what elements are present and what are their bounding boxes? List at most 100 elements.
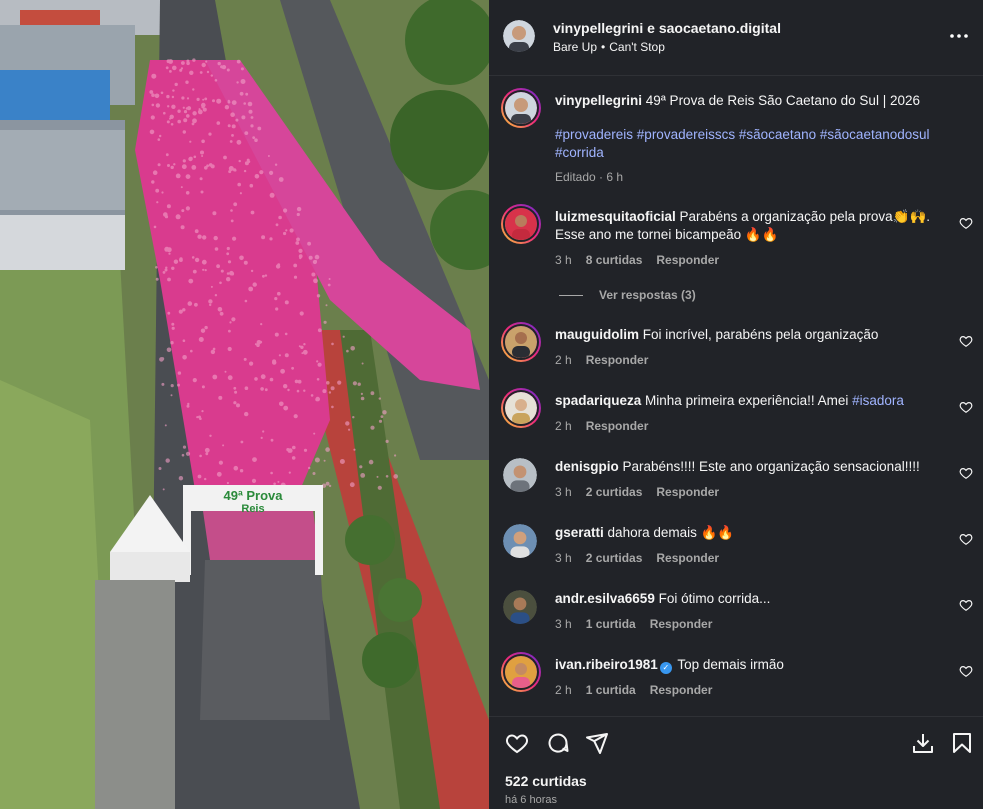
comment-username[interactable]: mauguidolim [555,327,639,342]
crowd-dot [214,294,218,297]
comment-likes[interactable]: 1 curtida [586,617,636,631]
like-heart-icon[interactable] [505,731,529,755]
likes-count[interactable]: 522 curtidas [505,773,587,789]
comment-text: Minha primeira experiência!! Amei [645,393,853,408]
crowd-dot [170,384,174,388]
comment-username[interactable]: gseratti [555,525,604,540]
heart-icon[interactable] [959,334,973,348]
crowd-dot [198,337,204,342]
reply-button[interactable]: Responder [656,253,719,267]
crowd-dot [243,102,246,105]
crowd-dot [314,259,317,263]
crowd-dot [325,447,330,452]
crowd-dot [323,459,326,462]
crowd-dot [175,214,181,220]
comment-avatar[interactable] [501,652,541,692]
reply-button[interactable]: Responder [656,551,719,565]
more-options-icon[interactable] [949,26,969,46]
crowd-dot [189,70,194,76]
crowd-dot [267,155,270,157]
heart-icon[interactable] [959,664,973,678]
crowd-dot [182,355,187,360]
reply-button[interactable]: Responder [650,617,713,631]
comment-text: Foi ótimo corrida... [658,591,771,606]
comment-avatar[interactable] [501,204,541,244]
view-replies[interactable]: Ver respostas (3) [559,288,696,302]
comment-username[interactable]: andr.esilva6659 [555,591,655,606]
crowd-dot [283,231,287,236]
crowd-dot [291,366,294,370]
crowd-dot [181,209,185,213]
comment-likes[interactable]: 8 curtidas [586,253,643,267]
crowd-dot [214,79,218,82]
reply-button[interactable]: Responder [656,485,719,499]
comment-likes[interactable]: 1 curtida [586,683,636,697]
crowd-dot [298,248,303,253]
crowd-dot [165,153,169,157]
crowd-dot [212,99,215,103]
crowd-dot [228,329,231,333]
crowd-dot [180,225,185,230]
crowd-dot [243,357,247,361]
author-avatar[interactable] [503,20,535,52]
crowd-dot [218,395,223,400]
crowd-dot [191,165,197,170]
comment-bubble-icon[interactable] [546,731,570,755]
comment-avatar[interactable] [501,388,541,428]
crowd-dot [275,307,279,311]
music-info[interactable]: Bare Up • Can't Stop [553,40,665,54]
crowd-dot [230,271,235,276]
comment-avatar[interactable] [503,458,537,492]
heart-icon[interactable] [959,216,973,230]
crowd-dot [256,340,262,345]
crowd-dot [370,391,375,396]
comment-likes[interactable]: 2 curtidas [586,551,643,565]
comment-username[interactable]: denisgpio [555,459,619,474]
crowd-dot [314,457,320,463]
crowd-dot [269,237,273,241]
view-replies-label: Ver respostas (3) [599,288,696,302]
crowd-dot [172,65,177,71]
heart-icon[interactable] [959,466,973,480]
post-accounts[interactable]: vinypellegrini e saocaetano.digital [553,20,781,36]
crowd-dot [240,440,244,444]
crowd-dot [238,159,241,163]
reply-button[interactable]: Responder [650,683,713,697]
comment-username[interactable]: luizmesquitaoficial [555,209,676,224]
comment-likes[interactable]: 2 curtidas [586,485,643,499]
heart-icon[interactable] [959,532,973,546]
crowd-dot [168,252,171,255]
comment-username[interactable]: ivan.ribeiro1981 [555,657,658,672]
download-icon[interactable] [911,731,935,755]
crowd-dot [254,377,258,381]
crowd-dot [231,134,234,137]
comment-avatar[interactable] [503,590,537,624]
crowd-dot [164,268,168,272]
post-photo[interactable]: 49ª Prova Reis [0,0,489,809]
reply-button[interactable]: Responder [586,419,649,433]
comment-username[interactable]: spadariqueza [555,393,641,408]
save-bookmark-icon[interactable] [950,731,974,755]
crowd-dot [232,236,237,241]
crowd-dot [164,424,167,427]
crowd-dot [192,118,197,124]
heart-icon[interactable] [959,598,973,612]
share-send-icon[interactable] [585,731,609,755]
crowd-dot [260,323,263,326]
comment-hashtag[interactable]: #isadora [852,393,904,408]
crowd-dot [177,109,181,113]
caption-username[interactable]: vinypellegrini [555,93,642,108]
crowd-dot [228,170,232,174]
comment-avatar[interactable] [503,524,537,558]
crowd-dot [162,488,165,491]
crowd-dot [250,124,254,128]
comments-list[interactable]: vinypellegrini 49ª Prova de Reis São Cae… [489,76,983,716]
crowd-dot [248,286,254,292]
crowd-dot [166,94,170,99]
reply-button[interactable]: Responder [586,353,649,367]
heart-icon[interactable] [959,400,973,414]
caption-hashtags[interactable]: #provadereis #provadereisscs #sãocaetano… [555,126,945,162]
comment-avatar[interactable] [501,322,541,362]
crowd-dot [182,339,186,343]
caption-avatar[interactable] [501,88,541,128]
